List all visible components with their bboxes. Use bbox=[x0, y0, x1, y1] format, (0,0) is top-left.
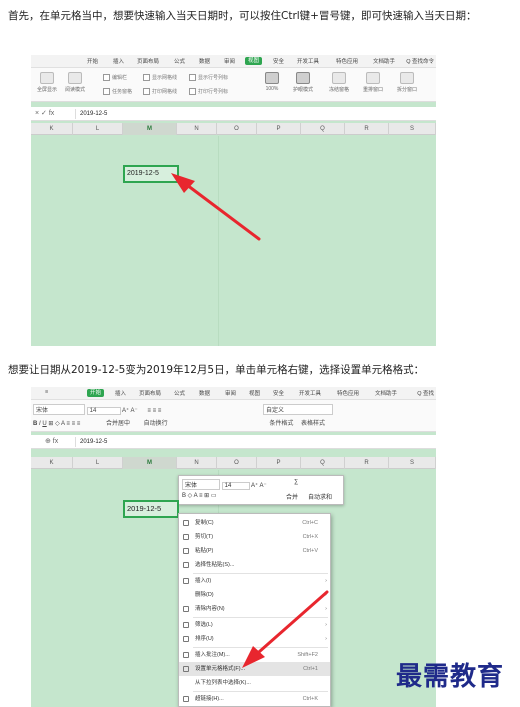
pointer-arrow-2 bbox=[242, 590, 329, 668]
intro-paragraph: 首先，在单元格当中，想要快速输入当天日期时，可以按住Ctrl键+冒号键，即可快速… bbox=[8, 10, 477, 22]
step-paragraph: 想要让日期从2019-12-5变为2019年12月5日，单击单元格右键，选择设置… bbox=[8, 364, 425, 376]
screenshot-view-tab: 开始 插入 页面布局 公式 数据 审阅 视图 安全 开发工具 特色应用 文档助手… bbox=[31, 55, 436, 346]
pointer-arrow-1 bbox=[171, 173, 261, 241]
screenshot-context-menu: ≡ 开始 插入 页面布局 公式 数据 审阅 视图 安全 开发工具 特色应用 文档… bbox=[31, 387, 436, 707]
watermark-logo: 最需教育 bbox=[396, 662, 505, 692]
